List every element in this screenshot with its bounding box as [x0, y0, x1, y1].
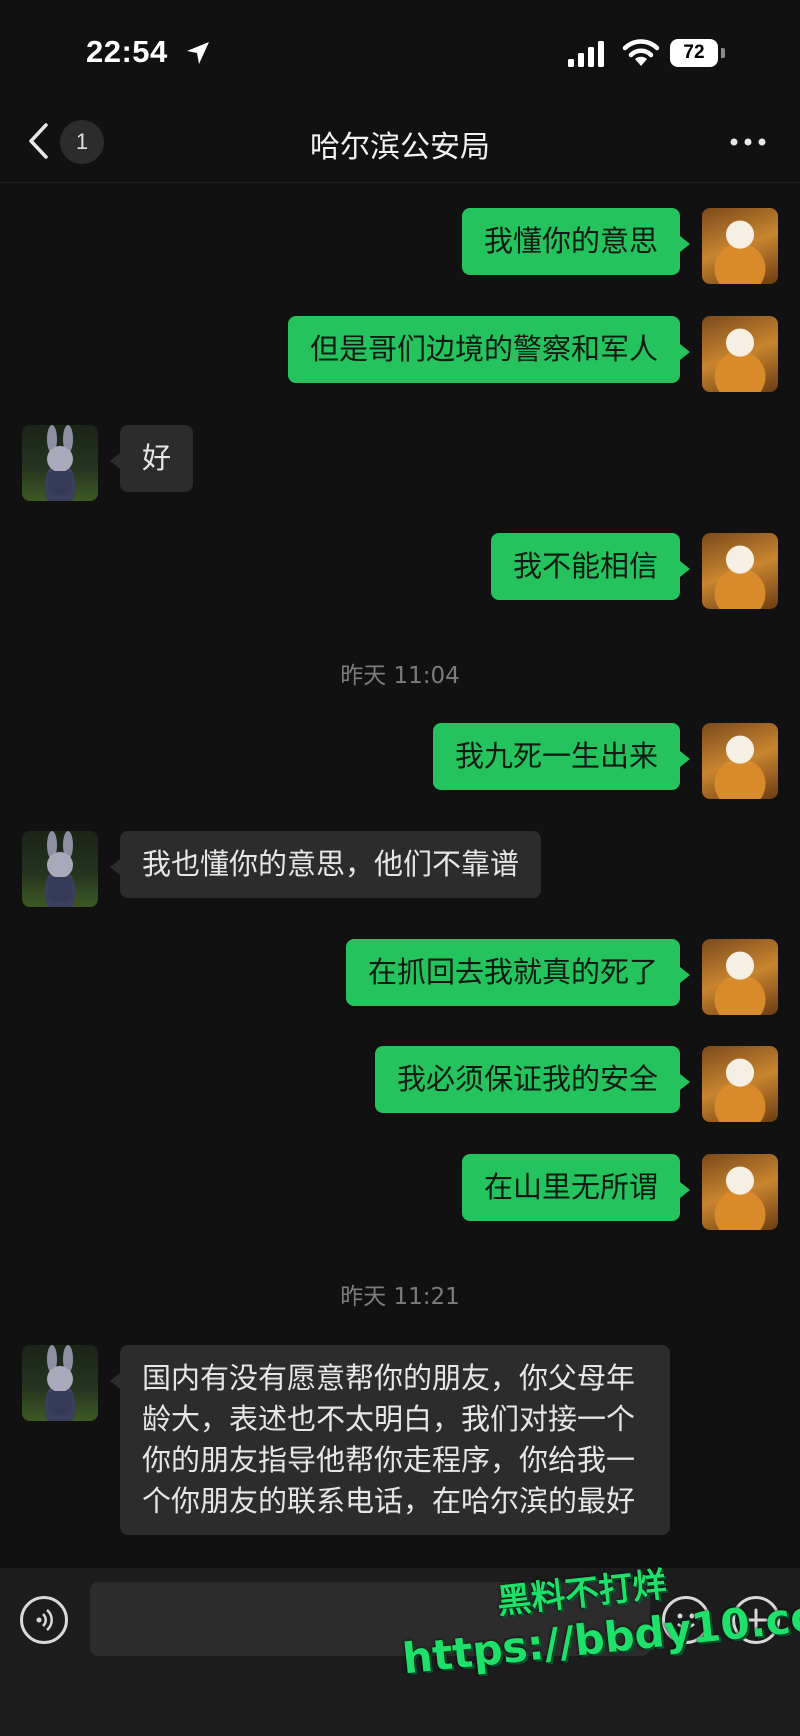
status-bar: 22:54 72 — [0, 0, 800, 100]
battery-tip — [721, 48, 725, 58]
emoji-icon — [677, 1613, 695, 1629]
my-avatar[interactable] — [702, 939, 778, 1015]
bunny-illustration — [47, 425, 73, 495]
my-avatar[interactable] — [702, 208, 778, 284]
plus-icon — [744, 1608, 768, 1632]
voice-icon — [36, 1609, 53, 1631]
chat-title: 哈尔滨公安局 — [310, 130, 490, 165]
bunny-illustration — [47, 1345, 73, 1415]
outgoing-message-bubble[interactable]: 在抓回去我就真的死了 — [345, 939, 691, 1006]
more-actions-button[interactable] — [732, 1596, 780, 1644]
chat-header: 1 哈尔滨公安局 — [0, 100, 800, 183]
unread-count-badge[interactable]: 1 — [60, 120, 104, 164]
incoming-message-bubble[interactable]: 国内有没有愿意帮你的朋友，你父母年龄大，表述也不太明白，我们对接一个你的朋友指导… — [110, 1345, 670, 1535]
more-dots-icon[interactable] — [728, 136, 768, 148]
my-avatar[interactable] — [702, 316, 778, 392]
location-arrow-icon — [187, 42, 209, 64]
back-chevron-icon[interactable] — [26, 122, 52, 160]
outgoing-message-bubble[interactable]: 我必须保证我的安全 — [374, 1046, 691, 1113]
incoming-message-bubble[interactable]: 好 — [109, 425, 194, 492]
input-bar — [0, 1568, 800, 1736]
my-avatar[interactable] — [702, 1154, 778, 1230]
incoming-message-bubble[interactable]: 我也懂你的意思，他们不靠谱 — [109, 831, 542, 898]
voice-button[interactable] — [20, 1596, 68, 1644]
message-timestamp: 昨天 11:21 — [340, 1284, 460, 1310]
contact-avatar[interactable] — [22, 425, 98, 501]
status-time: 22:54 — [86, 34, 168, 69]
wifi-icon — [622, 39, 660, 66]
emoji-button[interactable] — [662, 1596, 710, 1644]
my-avatar[interactable] — [702, 533, 778, 609]
bunny-illustration — [47, 831, 73, 901]
outgoing-message-bubble[interactable]: 但是哥们边境的警察和军人 — [287, 316, 691, 383]
outgoing-message-bubble[interactable]: 我不能相信 — [490, 533, 691, 600]
my-avatar[interactable] — [702, 1046, 778, 1122]
battery-icon: 72 — [670, 39, 725, 69]
battery-level: 72 — [683, 42, 705, 63]
message-timestamp: 昨天 11:04 — [340, 663, 460, 689]
contact-avatar[interactable] — [22, 831, 98, 907]
contact-avatar[interactable] — [22, 1345, 98, 1421]
my-avatar[interactable] — [702, 723, 778, 799]
outgoing-message-bubble[interactable]: 我九死一生出来 — [432, 723, 691, 790]
message-list[interactable]: 我懂你的意思 但是哥们边境的警察和军人 好 我不能相信 昨天 11:04 我九死… — [0, 183, 800, 1568]
message-input[interactable] — [90, 1582, 650, 1656]
outgoing-message-bubble[interactable]: 在山里无所谓 — [461, 1154, 691, 1221]
outgoing-message-bubble[interactable]: 我懂你的意思 — [461, 208, 691, 275]
signal-icon — [568, 41, 604, 67]
